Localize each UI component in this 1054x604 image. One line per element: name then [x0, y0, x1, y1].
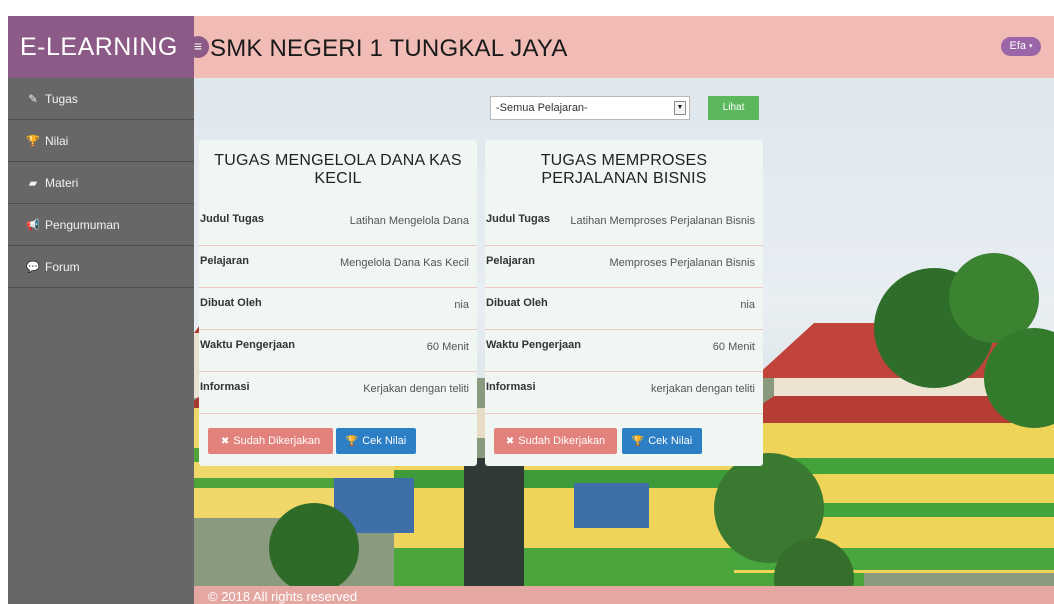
task-detail-row: Dibuat Oleh nia	[199, 288, 477, 330]
check-grade-label: Cek Nilai	[362, 435, 407, 447]
task-detail-row: Waktu Pengerjaan 60 Menit	[199, 330, 477, 372]
book-icon: ▰	[28, 177, 38, 189]
detail-value: nia	[740, 299, 755, 311]
task-detail-row: Dibuat Oleh nia	[485, 288, 763, 330]
check-grade-label: Cek Nilai	[648, 435, 693, 447]
task-detail-row: Informasi kerjakan dengan teliti	[485, 372, 763, 414]
detail-value: Mengelola Dana Kas Kecil	[339, 257, 469, 269]
detail-value: nia	[454, 299, 469, 311]
done-button-label: Sudah Dikerjakan	[518, 435, 606, 447]
task-detail-row: Waktu Pengerjaan 60 Menit	[485, 330, 763, 372]
detail-label: Dibuat Oleh	[200, 297, 262, 309]
brand-block[interactable]: E-LEARNING	[8, 16, 194, 78]
check-grade-button[interactable]: 🏆 Cek Nilai	[622, 428, 702, 454]
lesson-select[interactable]: -Semua Pelajaran- ▼	[490, 96, 690, 120]
sidebar-item-tugas[interactable]: ✎ Tugas	[8, 78, 194, 120]
chevron-down-icon: ▾	[1029, 43, 1033, 50]
sidebar-item-nilai[interactable]: 🏆 Nilai	[8, 120, 194, 162]
view-button[interactable]: Lihat	[708, 96, 759, 120]
task-card: TUGAS MEMPROSES PERJALANAN BISNIS Judul …	[485, 140, 763, 466]
done-button-label: Sudah Dikerjakan	[233, 435, 321, 447]
done-button[interactable]: ✖ Sudah Dikerjakan	[494, 428, 617, 454]
sidebar-item-forum[interactable]: 💬 Forum	[8, 246, 194, 288]
trophy-icon: 🏆	[631, 436, 645, 447]
detail-value: 60 Menit	[426, 341, 469, 353]
detail-label: Waktu Pengerjaan	[486, 339, 581, 351]
top-navbar: E-LEARNING ≡ SMK NEGERI 1 TUNGKAL JAYA E…	[8, 16, 1054, 78]
user-name: Efa	[1009, 40, 1026, 52]
brand-title[interactable]: E-LEARNING	[20, 33, 178, 62]
detail-value: kerjakan dengan teliti	[651, 383, 755, 395]
detail-value: Kerjakan dengan teliti	[363, 383, 469, 395]
sidebar-item-label: Tugas	[45, 91, 78, 106]
chat-icon: 💬	[26, 261, 40, 273]
task-title: TUGAS MEMPROSES PERJALANAN BISNIS	[540, 152, 708, 187]
detail-label: Judul Tugas	[200, 213, 264, 225]
task-detail-row: Informasi Kerjakan dengan teliti	[199, 372, 477, 414]
task-detail-row: Pelajaran Memproses Perjalanan Bisnis	[485, 246, 763, 288]
menu-toggle-icon[interactable]: ≡	[187, 36, 209, 58]
done-button[interactable]: ✖ Sudah Dikerjakan	[208, 428, 333, 454]
task-card: TUGAS MENGELOLA DANA KAS KECIL Judul Tug…	[199, 140, 477, 466]
megaphone-icon: 📢	[26, 219, 40, 231]
trophy-icon: 🏆	[26, 135, 40, 147]
detail-label: Informasi	[486, 381, 536, 393]
sidebar-item-materi[interactable]: ▰ Materi	[8, 162, 194, 204]
footer: © 2018 All rights reserved	[194, 586, 1054, 604]
detail-value: Memproses Perjalanan Bisnis	[609, 257, 755, 269]
user-menu-button[interactable]: Efa ▾	[1001, 37, 1041, 56]
trophy-icon: 🏆	[345, 436, 359, 447]
check-grade-button[interactable]: 🏆 Cek Nilai	[336, 428, 416, 454]
detail-label: Judul Tugas	[486, 213, 550, 225]
sidebar: ✎ Tugas 🏆 Nilai ▰ Materi 📢 Pengumuman 💬 …	[8, 78, 194, 604]
close-icon: ✖	[505, 436, 515, 447]
copyright-text: © 2018 All rights reserved	[208, 589, 358, 604]
detail-label: Pelajaran	[200, 255, 249, 267]
detail-value: 60 Menit	[712, 341, 755, 353]
school-name: SMK NEGERI 1 TUNGKAL JAYA	[210, 35, 568, 62]
detail-label: Pelajaran	[486, 255, 535, 267]
sidebar-item-label: Forum	[45, 259, 80, 274]
sidebar-item-pengumuman[interactable]: 📢 Pengumuman	[8, 204, 194, 246]
sidebar-item-label: Nilai	[45, 133, 69, 148]
pencil-icon: ✎	[28, 93, 38, 105]
task-detail-row: Judul Tugas Latihan Mengelola Dana	[199, 204, 477, 246]
detail-label: Waktu Pengerjaan	[200, 339, 295, 351]
page: E-LEARNING ≡ SMK NEGERI 1 TUNGKAL JAYA E…	[8, 16, 1054, 604]
detail-value: Latihan Mengelola Dana	[349, 215, 469, 227]
task-detail-row: Judul Tugas Latihan Memproses Perjalanan…	[485, 204, 763, 246]
detail-label: Dibuat Oleh	[486, 297, 548, 309]
sidebar-item-label: Pengumuman	[45, 217, 120, 232]
task-title: TUGAS MENGELOLA DANA KAS KECIL	[214, 152, 462, 187]
task-detail-row: Pelajaran Mengelola Dana Kas Kecil	[199, 246, 477, 288]
detail-value: Latihan Memproses Perjalanan Bisnis	[570, 215, 755, 227]
close-icon: ✖	[220, 436, 230, 447]
sidebar-item-label: Materi	[45, 175, 79, 190]
dropdown-arrow-icon[interactable]: ▼	[674, 101, 686, 115]
detail-label: Informasi	[200, 381, 250, 393]
lesson-select-value: -Semua Pelajaran-	[496, 102, 588, 114]
